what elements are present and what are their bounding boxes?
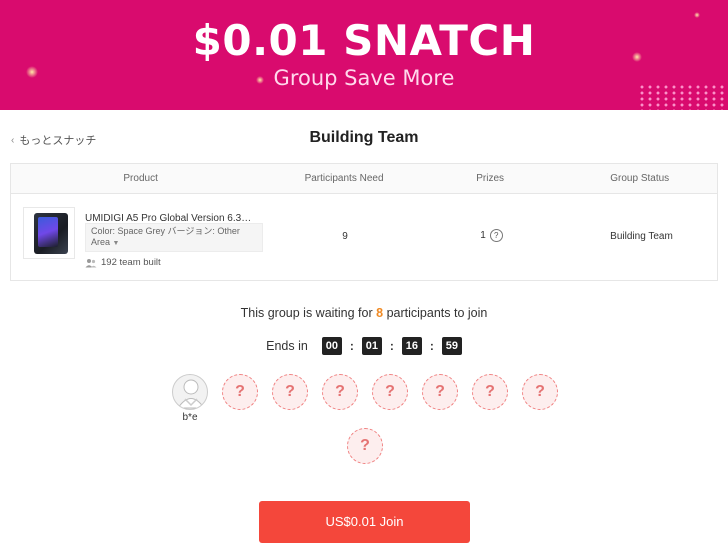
empty-slot-icon: ? (272, 374, 308, 410)
prizes-value: 1 (480, 230, 486, 241)
team-built-count: 192 team built (85, 257, 161, 268)
host-name: b*e (182, 412, 198, 423)
empty-slot-icon: ? (347, 428, 383, 464)
countdown-days: 00 (321, 337, 342, 355)
group-status-value: Building Team (610, 231, 673, 242)
empty-slot-icon: ? (422, 374, 458, 410)
countdown-hours: 01 (361, 337, 382, 355)
product-thumbnail[interactable] (23, 207, 75, 259)
team-table: Product Participants Need Prizes Group S… (10, 163, 718, 281)
countdown-separator: : (349, 339, 354, 353)
participants-need-value: 9 (342, 231, 348, 242)
waiting-message: This group is waiting for 8 participants… (0, 306, 728, 320)
user-placeholder-icon (177, 379, 205, 409)
empty-slot-icon: ? (522, 374, 558, 410)
countdown-seconds: 59 (441, 337, 462, 355)
empty-slot-icon: ? (472, 374, 508, 410)
empty-slot-icon: ? (372, 374, 408, 410)
help-icon[interactable]: ? (489, 229, 503, 242)
countdown-minutes: 16 (401, 337, 422, 355)
host-avatar (172, 374, 208, 410)
banner-subtitle: Group Save More (273, 66, 455, 90)
waiting-count: 8 (376, 306, 384, 320)
table-row: UMIDIGI A5 Pro Global Version 6.3イン... C… (11, 194, 717, 280)
page-title: Building Team (309, 129, 419, 146)
countdown-timer: Ends in 00 : 01 : 16 : 59 (0, 337, 728, 355)
prizes-cell: 1 ? (419, 229, 564, 242)
promo-banner: $0.01 SNATCH Group Save More (0, 0, 728, 110)
column-header-status: Group Status (610, 173, 670, 184)
caret-down-icon: ▼ (112, 240, 120, 247)
table-header: Product Participants Need Prizes Group S… (11, 164, 717, 194)
waiting-suffix: participants to join (386, 306, 488, 320)
column-header-product: Product (123, 173, 158, 184)
countdown-separator: : (429, 339, 434, 353)
countdown-label: Ends in (266, 339, 308, 353)
phone-image (34, 213, 68, 254)
empty-slot-icon: ? (322, 374, 358, 410)
people-icon (85, 258, 97, 267)
product-name[interactable]: UMIDIGI A5 Pro Global Version 6.3イン... (85, 209, 261, 224)
join-button[interactable]: US$0.01 Join (259, 501, 470, 543)
variant-selector[interactable]: Color: Space Grey バージョン: Other Area ▼ (85, 223, 263, 252)
team-built-label: 192 team built (101, 257, 161, 268)
waiting-prefix: This group is waiting for (240, 306, 373, 320)
column-header-prizes: Prizes (476, 173, 505, 184)
column-header-participants: Participants Need (304, 173, 384, 184)
empty-slot-icon: ? (222, 374, 258, 410)
banner-title: $0.01 SNATCH (192, 16, 536, 65)
countdown-separator: : (389, 339, 394, 353)
